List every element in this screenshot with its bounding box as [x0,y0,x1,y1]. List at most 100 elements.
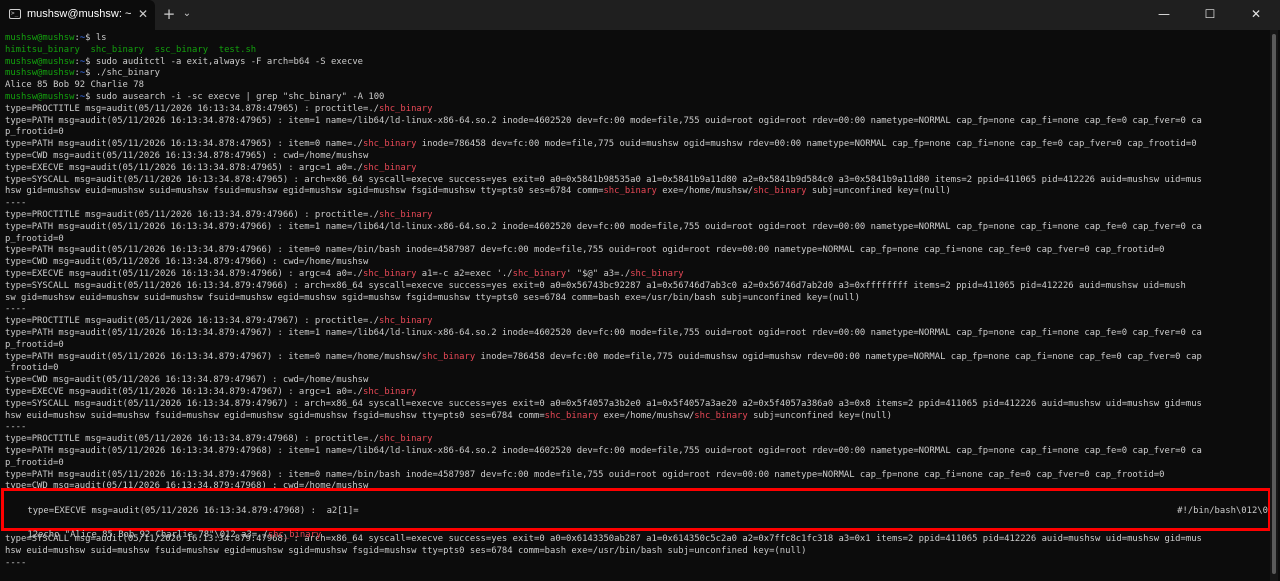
terminal-text: shc_binary [603,186,657,197]
tab-dropdown-icon[interactable]: ⌄ [180,5,194,23]
terminal-text: type=PROCTITLE msg=audit(05/11/2026 16:1… [5,316,380,327]
terminal-text: shc_binary [421,351,476,362]
terminal-line: type=CWD msg=audit(05/11/2026 16:13:34.8… [5,150,1267,162]
terminal-text: shc_binary [694,410,748,421]
terminal-text: $ ./shc_binary [85,68,160,79]
tab-title: mushsw@mushsw: ~ [27,8,132,20]
title-bar: >_ mushsw@mushsw: ~ ✕ + ⌄ — ☐ ✕ [0,0,1280,30]
close-window-button[interactable]: ✕ [1233,0,1279,30]
terminal-text: shc_binary [363,387,417,397]
highlight-echo-text: 12echo "Alice 85 Bob 92 Charlie 78"\012 … [27,530,268,540]
highlight-line: 12echo "Alice 85 Bob 92 Charlie 78"\012 … [6,517,1268,540]
highlight-shebang: #!/bin/bash\012\0 [1177,506,1268,516]
terminal-line: mushsw@mushsw:~$ ls [5,32,1267,44]
terminal-line: p_frootid=0 [5,457,1267,469]
terminal-text: type=PATH msg=audit(05/11/2026 16:13:34.… [5,328,1202,338]
terminal-text: type=PROCTITLE msg=audit(05/11/2026 16:1… [5,434,380,445]
terminal-line: type=EXECVE msg=audit(05/11/2026 16:13:3… [5,162,1267,174]
highlight-binary-name: shc_binary [267,530,322,540]
terminal-text: type=CWD msg=audit(05/11/2026 16:13:34.8… [5,375,369,386]
terminal-text: mushsw@mushsw [5,92,75,102]
terminal-text: type=SYSCALL msg=audit(05/11/2026 16:13:… [5,280,1186,291]
terminal-text: a1=-c a2=exec './ [416,269,513,279]
terminal-text: shc_binary [544,410,599,421]
terminal-text: mushsw@mushsw [5,33,75,43]
terminal-line: type=PATH msg=audit(05/11/2026 16:13:34.… [5,115,1267,127]
terminal-text: $ sudo auditctl -a exit,always -F arch=b… [85,56,364,67]
terminal-text: $ sudo ausearch -i -sc execve | grep "sh… [85,92,385,102]
terminal-line: type=PATH msg=audit(05/11/2026 16:13:34.… [5,469,1267,481]
terminal-line: type=PROCTITLE msg=audit(05/11/2026 16:1… [5,103,1267,115]
terminal-text: type=PATH msg=audit(05/11/2026 16:13:34.… [5,221,1202,232]
terminal-text: type=PATH msg=audit(05/11/2026 16:13:34.… [5,351,422,362]
terminal-text: type=PROCTITLE msg=audit(05/11/2026 16:1… [5,210,380,220]
terminal-text: ---- [5,304,27,315]
terminal-line: mushsw@mushsw:~$ ./shc_binary [5,67,1267,79]
terminal-line: type=SYSCALL msg=audit(05/11/2026 16:13:… [5,398,1267,410]
terminal-text: subj=unconfined key=(null) [806,186,951,197]
new-tab-button[interactable]: + [161,5,177,23]
terminal-line: Alice 85 Bob 92 Charlie 78 [5,79,1267,91]
terminal-tab[interactable]: >_ mushsw@mushsw: ~ ✕ [0,0,155,30]
highlight-line: type=EXECVE msg=audit(05/11/2026 16:13:3… [6,493,1268,516]
terminal-text: type=CWD msg=audit(05/11/2026 16:13:34.8… [5,151,369,161]
terminal-line: hsw euid=mushsw suid=mushsw fsuid=mushsw… [5,410,1267,422]
terminal-text: shc_binary [753,186,807,197]
terminal-line: sw gid=mushsw euid=mushsw suid=mushsw fs… [5,292,1267,304]
terminal-line: type=SYSCALL msg=audit(05/11/2026 16:13:… [5,174,1267,186]
maximize-button[interactable]: ☐ [1187,0,1233,30]
terminal-text: type=SYSCALL msg=audit(05/11/2026 16:13:… [5,174,1202,185]
terminal-text: mushsw@mushsw [5,56,75,67]
terminal-line: type=SYSCALL msg=audit(05/11/2026 16:13:… [5,280,1267,292]
scrollbar-thumb[interactable] [1272,34,1276,574]
terminal-text: shc_binary [379,316,433,327]
minimize-button[interactable]: — [1141,0,1187,30]
terminal-text: shc_binary [363,162,417,173]
terminal-text: p_frootid=0 [5,127,64,138]
terminal-line: type=PATH msg=audit(05/11/2026 16:13:34.… [5,138,1267,150]
terminal-text: inode=786458 dev=fc:00 mode=file,775 oui… [416,139,1197,150]
terminal-line: ---- [5,303,1267,315]
terminal-line: hsw euid=mushsw suid=mushsw fsuid=mushsw… [5,545,1267,557]
terminal-text: shc_binary [363,139,417,150]
terminal-text: hsw gid=mushsw euid=mushsw suid=mushsw f… [5,186,604,197]
terminal-line: ---- [5,421,1267,433]
terminal-line: type=CWD msg=audit(05/11/2026 16:13:34.8… [5,374,1267,386]
terminal-text: hsw euid=mushsw suid=mushsw fsuid=mushsw… [5,410,545,421]
terminal-text: Alice 85 Bob 92 Charlie 78 [5,80,144,91]
terminal-text: exe=/home/mushsw/ [598,410,695,421]
terminal-line: type=PATH msg=audit(05/11/2026 16:13:34.… [5,351,1267,363]
terminal-text: type=PATH msg=audit(05/11/2026 16:13:34.… [5,139,363,150]
terminal-text: sw gid=mushsw euid=mushsw suid=mushsw fs… [5,292,860,303]
terminal-text: ---- [5,557,27,568]
terminal-text: type=PROCTITLE msg=audit(05/11/2026 16:1… [5,103,380,114]
highlight-line: #!/bin/bash\012\0 [6,505,1268,517]
highlight-box: type=EXECVE msg=audit(05/11/2026 16:13:3… [1,488,1271,540]
terminal-text: shc_binary [630,269,684,279]
terminal-line: type=CWD msg=audit(05/11/2026 16:13:34.8… [5,256,1267,268]
terminal-text: ---- [5,422,27,433]
terminal-text: type=PATH msg=audit(05/11/2026 16:13:34.… [5,469,1165,480]
terminal-text: p_frootid=0 [5,233,64,244]
terminal-text: exe=/home/mushsw/ [656,186,754,197]
scrollbar[interactable] [1270,30,1278,581]
terminal-line: _frootid=0 [5,362,1267,374]
terminal-text: type=PATH msg=audit(05/11/2026 16:13:34.… [5,115,1202,126]
terminal-line: type=PATH msg=audit(05/11/2026 16:13:34.… [5,445,1267,457]
terminal-line: p_frootid=0 [5,339,1267,351]
terminal-line: type=PROCTITLE msg=audit(05/11/2026 16:1… [5,209,1267,221]
terminal-text: inode=786458 dev=fc:00 mode=file,775 oui… [475,351,1202,362]
terminal-icon: >_ [9,9,21,19]
terminal-line: type=PROCTITLE msg=audit(05/11/2026 16:1… [5,315,1267,327]
terminal-line: type=EXECVE msg=audit(05/11/2026 16:13:3… [5,268,1267,280]
terminal-text: type=EXECVE msg=audit(05/11/2026 16:13:3… [5,269,363,279]
terminal-text: subj=unconfined key=(null) [747,410,893,421]
close-tab-icon[interactable]: ✕ [136,6,150,22]
terminal-text: _frootid=0 [5,363,59,374]
terminal-text: shc_binary [379,434,433,445]
terminal-text: shc_binary [379,210,433,220]
terminal-text: ' "$@" a3=./ [566,269,631,279]
terminal-text: p_frootid=0 [5,457,64,468]
terminal-line: p_frootid=0 [5,126,1267,138]
terminal-text: ---- [5,198,27,209]
